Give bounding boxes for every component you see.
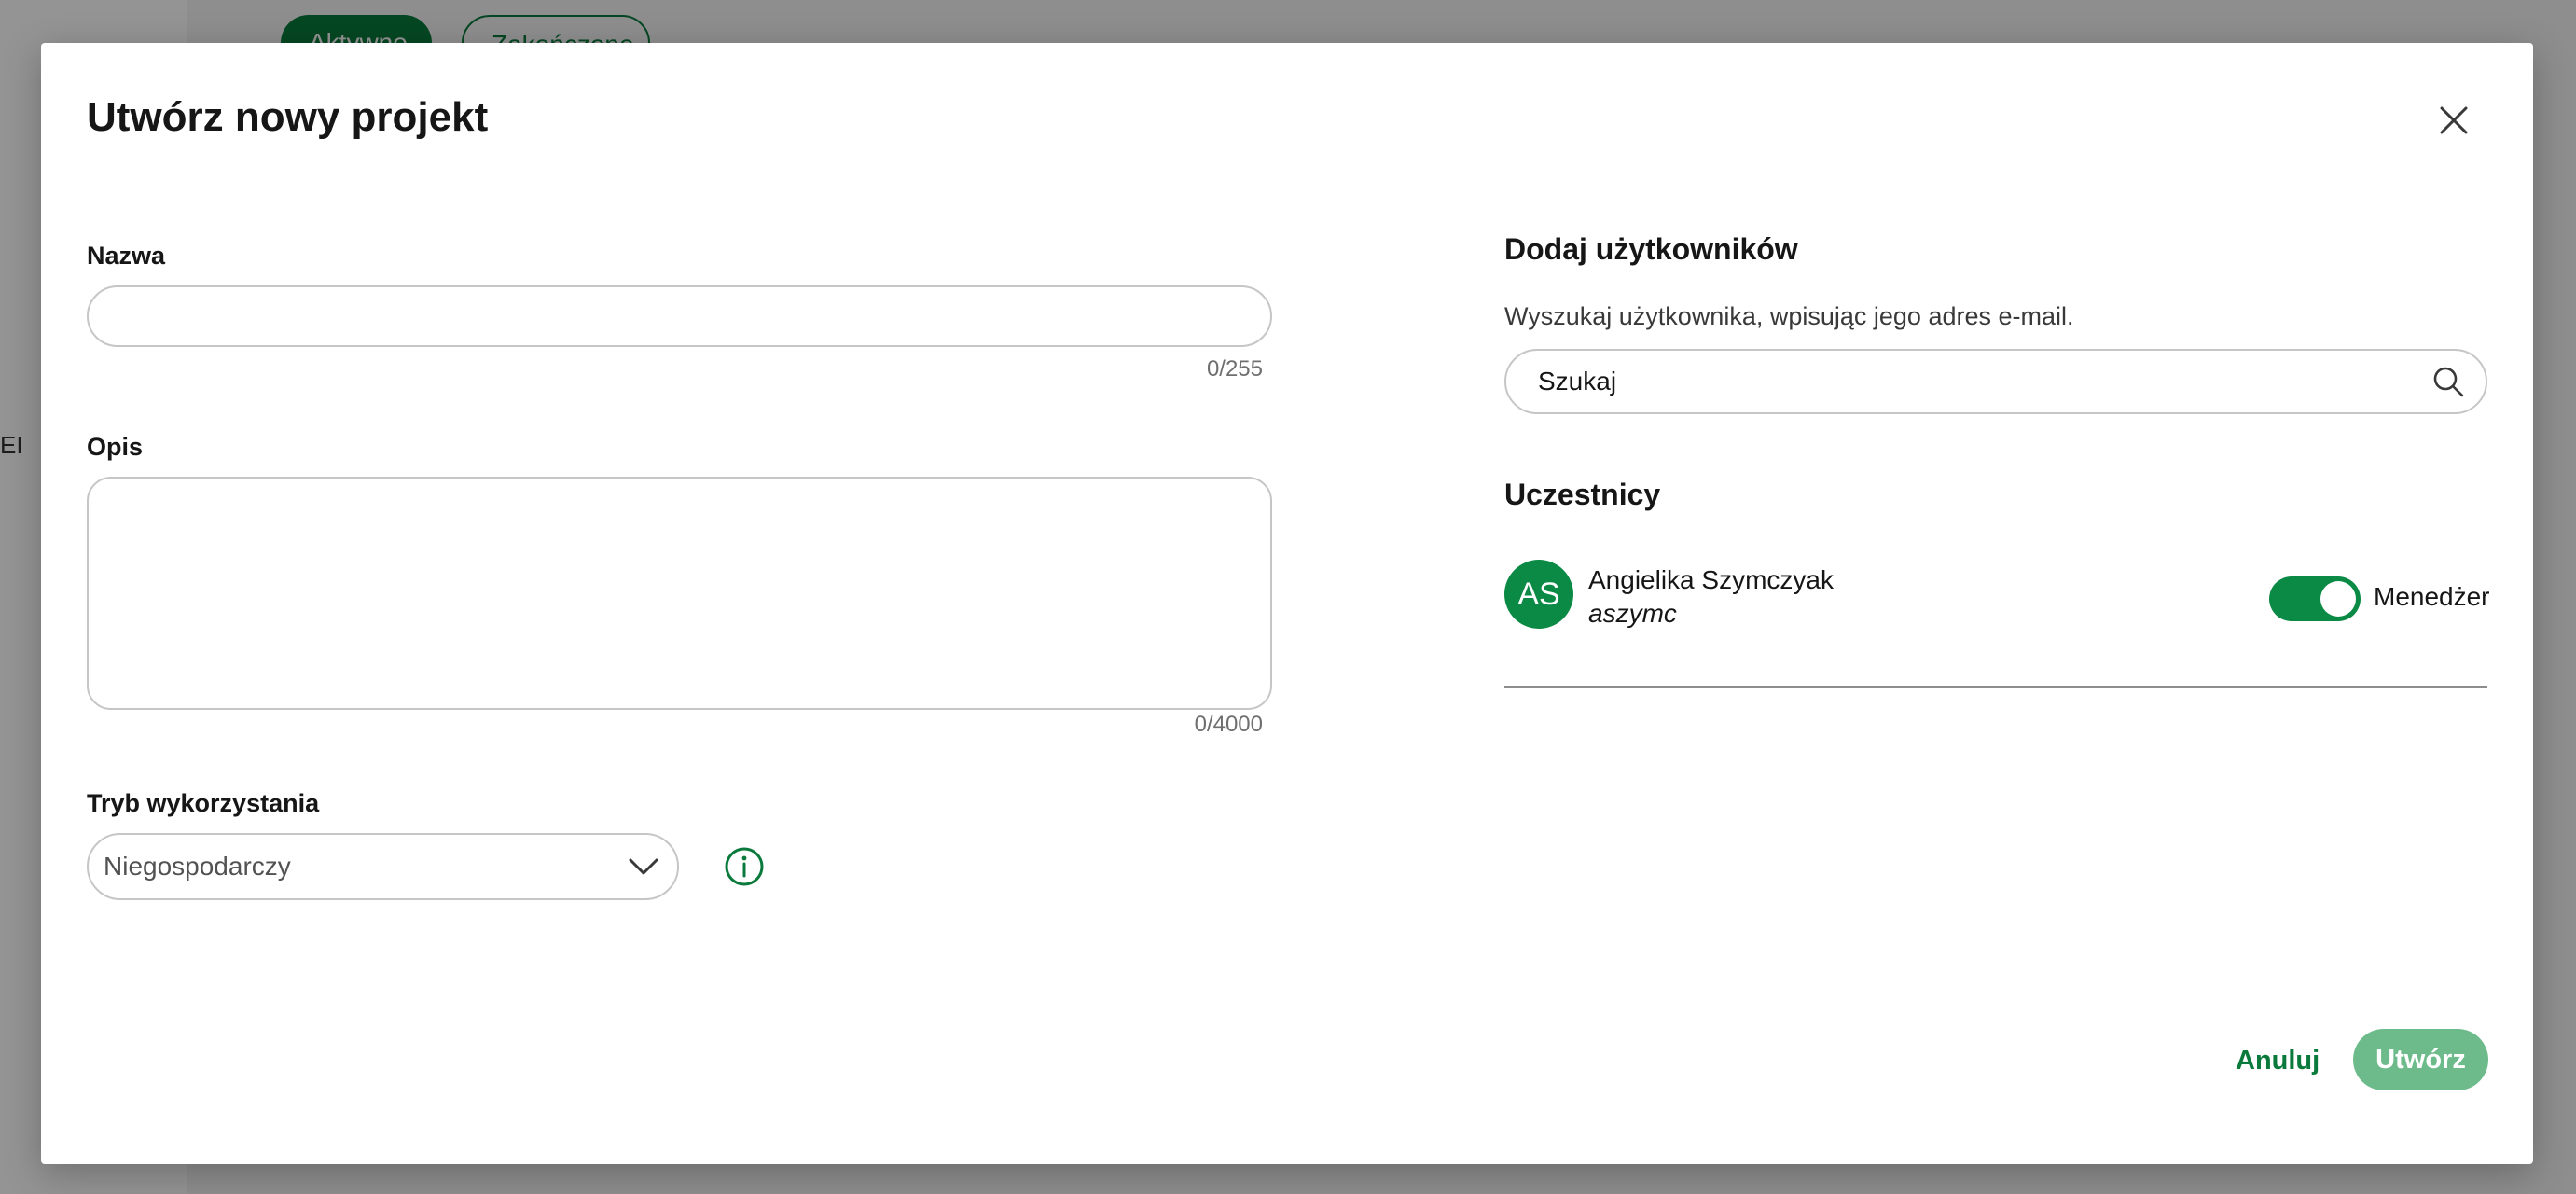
user-search-field[interactable] [1504,349,2487,414]
cancel-button[interactable]: Anuluj [2226,1031,2329,1090]
usage-mode-info-button[interactable] [723,845,766,888]
name-counter: 0/255 [1206,356,1263,382]
add-users-title: Dodaj użytkowników [1504,232,1798,266]
participant-row: AS Angielika Szymczyak aszymc Menedżer [1504,539,2490,688]
modal-title: Utwórz nowy projekt [87,94,489,140]
participant-name: Angielika Szymczyak [1588,565,1834,594]
usage-mode-value: Niegospodarczy [104,852,291,881]
participants-title: Uczestnicy [1504,478,1661,511]
description-label: Opis [87,433,144,461]
name-label: Nazwa [87,242,166,270]
close-icon [2440,106,2468,134]
avatar: AS [1504,560,1573,629]
usage-mode-label: Tryb wykorzystania [87,789,320,817]
create-button[interactable]: Utwórz [2353,1029,2488,1090]
description-textarea[interactable] [87,477,1272,710]
name-input[interactable] [87,285,1272,347]
info-icon [725,847,764,886]
search-icon[interactable] [2431,365,2465,398]
user-search-input[interactable] [1536,366,2431,397]
participant-login: aszymc [1588,599,1677,628]
close-button[interactable] [2429,95,2479,146]
usage-mode-select[interactable]: Niegospodarczy [87,833,679,900]
manager-toggle-knob [2320,581,2356,617]
manager-toggle[interactable] [2269,576,2361,621]
create-project-modal: Utwórz nowy projekt Nazwa 0/255 Opis 0/4… [41,43,2533,1164]
chevron-down-icon [629,858,658,875]
manager-toggle-label: Menedżer [2374,582,2490,611]
add-users-helper-text: Wyszukaj użytkownika, wpisując jego adre… [1504,302,2074,330]
description-counter: 0/4000 [1194,712,1263,737]
